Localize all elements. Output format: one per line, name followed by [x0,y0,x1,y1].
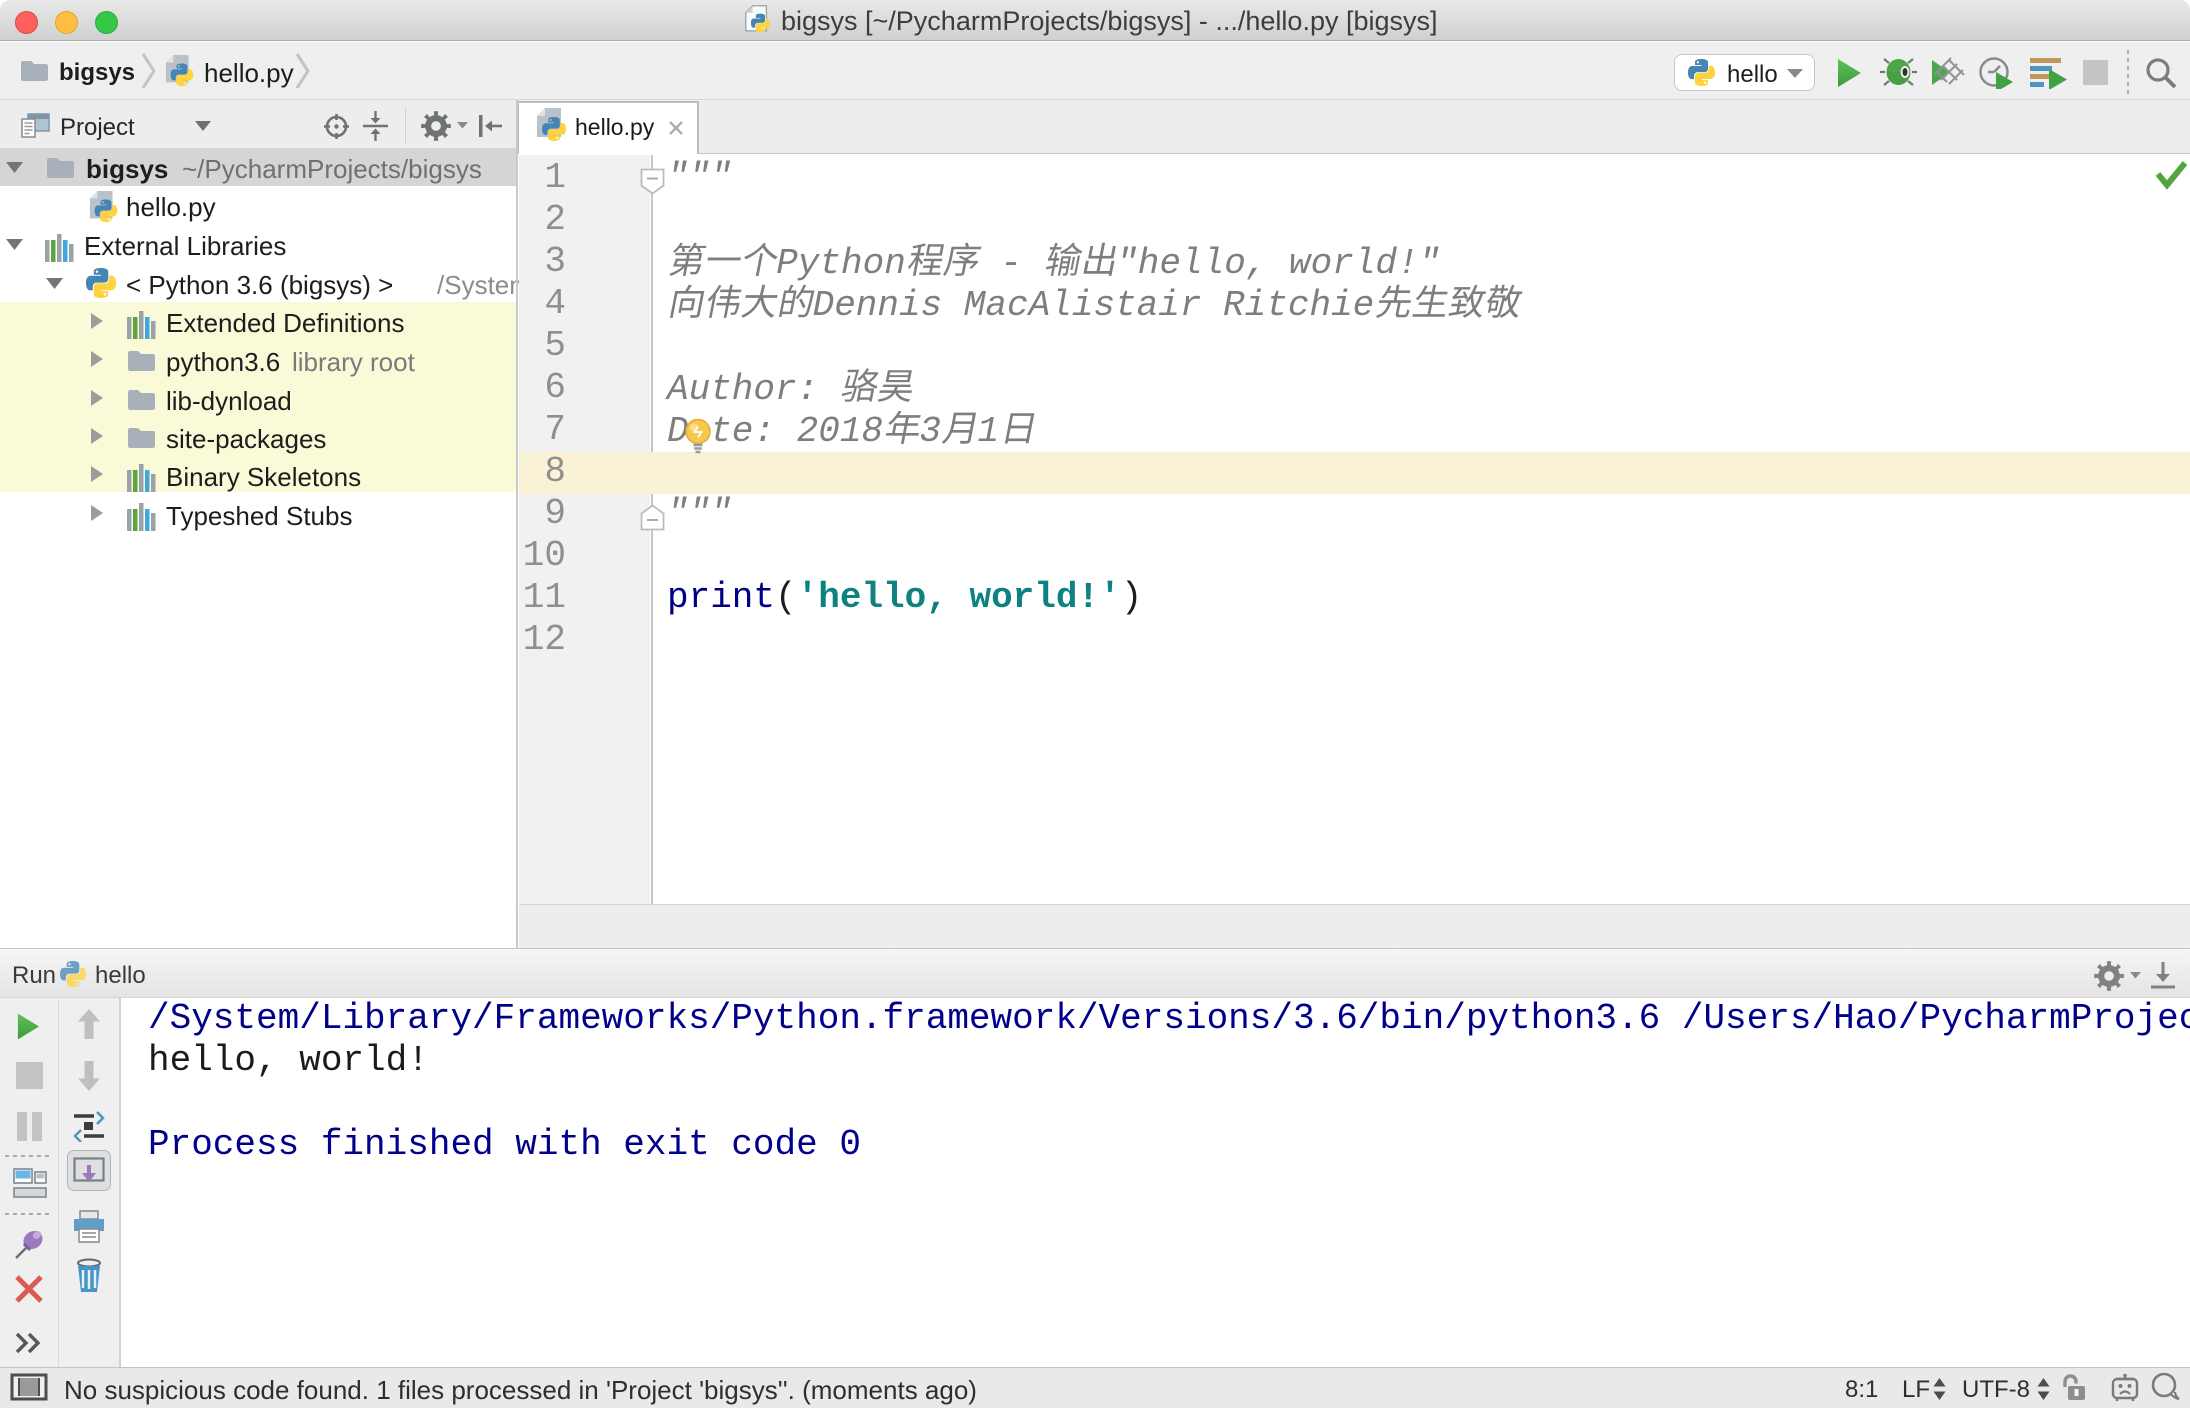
svg-text:Author:: Author: [665,369,840,410]
svg-text:"hello, world!": "hello, world!" [1116,243,1440,284]
svg-text:3: 3 [919,411,941,452]
svg-text:1: 1 [977,411,999,452]
svg-text:Python: Python [776,243,906,284]
svg-text:Dennis MacAlistair Ritchie: Dennis MacAlistair Ritchie [813,285,1375,326]
svg-text:-: - [979,243,1044,284]
